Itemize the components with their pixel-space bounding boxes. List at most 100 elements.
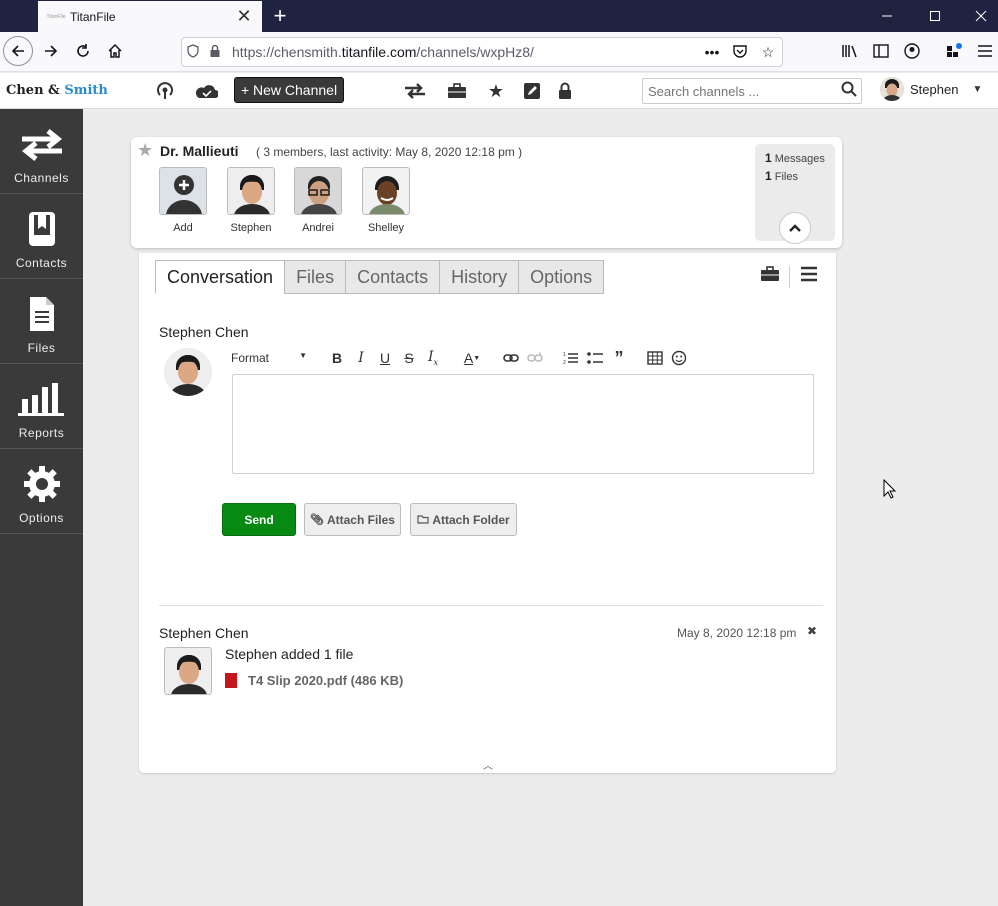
delete-message-icon[interactable]: ✖: [807, 624, 817, 638]
message-text: Stephen added 1 file: [225, 646, 354, 662]
sidebar-toggle-icon[interactable]: [866, 36, 896, 66]
format-dropdown[interactable]: Format ▼: [231, 351, 311, 365]
brand-logo[interactable]: Chen & Smith: [6, 83, 108, 98]
bullet-list-icon[interactable]: [583, 347, 607, 369]
member-shelley[interactable]: Shelley: [356, 167, 416, 234]
attach-files-label: Attach Files: [326, 512, 395, 527]
table-icon[interactable]: [643, 347, 667, 369]
sidebar-item-label: Reports: [18, 426, 65, 440]
sidebar-item-options[interactable]: Options: [0, 449, 83, 534]
member-label: Stephen: [230, 222, 272, 234]
attach-folder-button[interactable]: Attach Folder: [410, 503, 517, 536]
emoji-icon[interactable]: [667, 347, 691, 369]
send-button[interactable]: Send: [222, 503, 296, 536]
sidebar-item-contacts[interactable]: Contacts: [0, 194, 83, 279]
conversation-panel: Conversation Files Contacts History Opti…: [139, 253, 836, 773]
minimize-window-icon[interactable]: [864, 0, 910, 32]
channel-search[interactable]: [642, 78, 862, 104]
chevron-down-icon[interactable]: ▼: [972, 84, 982, 95]
tab-contacts[interactable]: Contacts: [345, 260, 441, 294]
toolbox-icon[interactable]: [757, 265, 783, 288]
broadcast-icon[interactable]: [153, 79, 177, 103]
sidebar-item-channels[interactable]: Channels: [0, 109, 83, 194]
hamburger-menu-icon[interactable]: [796, 266, 822, 287]
url-bar[interactable]: https://chensmith.titanfile.com/channels…: [181, 37, 783, 67]
message-timestamp: May 8, 2020 12:18 pm: [677, 626, 797, 640]
tab-history[interactable]: History: [439, 260, 520, 294]
edit-icon[interactable]: [520, 79, 544, 103]
underline-icon[interactable]: U: [373, 347, 397, 369]
member-stephen[interactable]: Stephen: [221, 167, 281, 234]
close-window-icon[interactable]: [958, 0, 998, 32]
message-editor[interactable]: [232, 374, 814, 474]
url-text[interactable]: https://chensmith.titanfile.com/channels…: [232, 44, 698, 60]
user-menu[interactable]: Stephen ▼: [880, 77, 982, 101]
message-author: Stephen Chen: [159, 625, 249, 641]
avatar: [362, 167, 410, 215]
mouse-cursor-icon: [883, 478, 897, 502]
attached-file-link[interactable]: T4 Slip 2020.pdf (486 KB): [225, 673, 403, 688]
unlink-icon[interactable]: [523, 347, 547, 369]
files-count[interactable]: 1 Files: [765, 169, 798, 183]
back-arrow-icon[interactable]: [3, 36, 33, 66]
attach-files-button[interactable]: 📎︎ Attach Files: [304, 503, 401, 536]
library-icon[interactable]: [835, 36, 865, 66]
paperclip-icon: 📎︎: [310, 514, 324, 526]
account-icon[interactable]: [897, 36, 927, 66]
close-tab-icon[interactable]: ✕: [232, 6, 256, 27]
remove-format-icon[interactable]: Ix: [421, 347, 445, 369]
toolbox-icon[interactable]: [445, 79, 469, 103]
new-channel-button[interactable]: + New Channel: [234, 77, 344, 103]
shield-icon[interactable]: [182, 43, 204, 61]
editor-toolbar: Format ▼ B I U S Ix A ▼ 12 ”: [231, 347, 691, 369]
bold-icon[interactable]: B: [325, 347, 349, 369]
cloud-sync-icon[interactable]: [194, 79, 218, 103]
member-andrei[interactable]: Andrei: [288, 167, 348, 234]
scroll-up-chevron-icon[interactable]: ︿: [483, 757, 493, 772]
search-icon[interactable]: [837, 81, 861, 102]
browser-navbar: https://chensmith.titanfile.com/channels…: [0, 32, 998, 72]
page-actions-icon[interactable]: •••: [698, 44, 726, 60]
favorite-star-icon[interactable]: ★: [137, 140, 153, 161]
add-member-button[interactable]: Add: [153, 167, 213, 234]
bookmark-star-icon[interactable]: ☆: [754, 44, 782, 61]
tab-files[interactable]: Files: [284, 260, 347, 294]
messages-count[interactable]: 1 Messages: [765, 151, 825, 165]
blockquote-icon[interactable]: ”: [607, 347, 631, 369]
italic-icon[interactable]: I: [349, 347, 373, 369]
tab-conversation[interactable]: Conversation: [155, 260, 286, 294]
gear-icon: [18, 463, 66, 505]
strikethrough-icon[interactable]: S: [397, 347, 421, 369]
svg-text:1: 1: [563, 352, 566, 358]
user-avatar: [880, 77, 904, 101]
bar-chart-icon: [17, 378, 66, 420]
avatar: [164, 647, 212, 695]
sidebar-item-files[interactable]: Files: [0, 279, 83, 364]
lock-icon[interactable]: [204, 44, 226, 61]
sidebar-item-reports[interactable]: Reports: [0, 364, 83, 449]
pocket-icon[interactable]: [726, 44, 754, 61]
add-member-icon: [159, 167, 207, 215]
new-tab-icon[interactable]: +: [270, 3, 290, 29]
collapse-chevron-up-icon[interactable]: [779, 212, 811, 244]
numbered-list-icon[interactable]: 12: [559, 347, 583, 369]
composer-author: Stephen Chen: [159, 324, 249, 340]
menu-icon[interactable]: [970, 36, 998, 66]
extensions-icon[interactable]: [939, 36, 969, 66]
forward-arrow-icon[interactable]: [36, 36, 66, 66]
tab-options[interactable]: Options: [518, 260, 605, 294]
titanfile-favicon-icon: TitanFile: [46, 13, 66, 20]
transfer-arrows-icon[interactable]: [403, 79, 427, 103]
search-input[interactable]: [643, 83, 837, 99]
text-color-icon[interactable]: A ▼: [457, 347, 487, 369]
maximize-window-icon[interactable]: [912, 0, 958, 32]
lock-icon[interactable]: [553, 79, 577, 103]
browser-tab[interactable]: TitanFile TitanFile ✕: [38, 1, 262, 32]
reload-icon[interactable]: [68, 36, 98, 66]
favorites-star-icon[interactable]: ★: [484, 79, 508, 103]
home-icon[interactable]: [100, 36, 130, 66]
panel-actions: [757, 265, 822, 288]
chevron-down-icon: ▼: [299, 351, 307, 360]
file-name: T4 Slip 2020.pdf (486 KB): [248, 673, 404, 688]
link-icon[interactable]: [499, 347, 523, 369]
